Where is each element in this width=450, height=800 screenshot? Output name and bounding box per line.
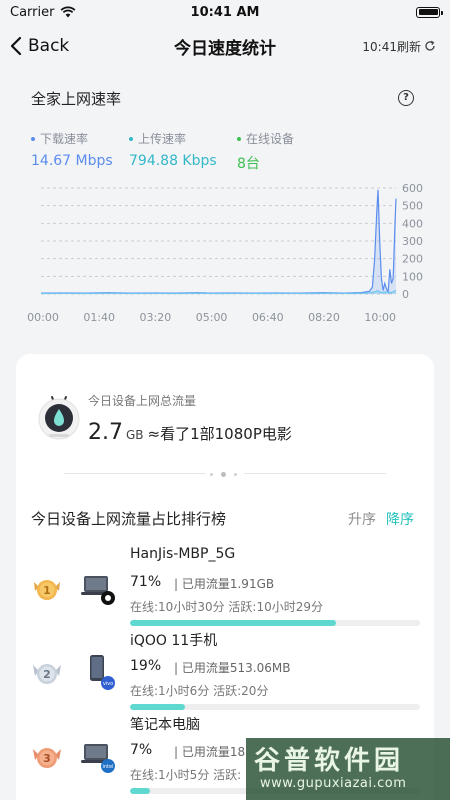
x-tick-label: 06:40 (252, 311, 284, 324)
device-used: | 已用流量1.91GB (174, 577, 275, 591)
svg-text:3: 3 (43, 752, 51, 765)
device-used: | 已用流量513.06MB (174, 661, 291, 675)
device-online: 在线:1小时5分 活跃: (130, 768, 242, 782)
status-bar: Carrier 10:41 AM (0, 0, 450, 24)
devices-dot-icon (237, 136, 241, 141)
download-value: 14.67 Mbps (31, 153, 113, 169)
speed-chart: 600 500 400 300 200 100 0 00:00 01:40 03:20 05:00 0… (0, 176, 450, 338)
x-tick-label: 00:00 (27, 311, 59, 324)
device-name: iQOO 11手机 (130, 633, 218, 649)
y-tick-label: 100 (402, 270, 423, 283)
wifi-icon (61, 6, 76, 18)
devices-stat: 在线设备 8台 (237, 130, 294, 173)
x-tick-label: 10:00 (364, 311, 396, 324)
refresh-button[interactable]: 10:41刷新 (362, 38, 436, 55)
x-tick-label: 03:20 (140, 311, 172, 324)
upload-dot-icon (129, 136, 133, 141)
device-online: 在线:1小时6分 活跃:20分 (130, 684, 269, 698)
y-tick-label: 0 (402, 288, 409, 301)
total-usage-unit: GB (126, 428, 144, 442)
sort-toggle: 升序 降序 (348, 509, 414, 529)
x-tick-label: 08:20 (308, 311, 340, 324)
carrier-label: Carrier (10, 4, 55, 20)
usage-bar-fill (130, 620, 336, 626)
device-online: 在线:10小时30分 活跃:10小时29分 (130, 600, 323, 614)
phone-vivo-icon: vivo (90, 655, 115, 690)
speed-chart-svg: 600 500 400 300 200 100 0 00:00 01:40 03:20 05:00 0… (27, 182, 423, 324)
total-usage-label: 今日设备上网总流量 (88, 394, 197, 408)
gold-medal-icon: 1 (34, 580, 60, 600)
silver-medal-icon: 2 (33, 664, 61, 684)
svg-text:vivo: vivo (103, 681, 113, 687)
y-tick-label: 600 (402, 182, 423, 195)
refresh-icon (425, 40, 435, 51)
devices-label: 在线设备 (246, 132, 295, 146)
x-tick-label: 05:00 (196, 311, 228, 324)
back-label: Back (28, 36, 70, 56)
laptop-apple-icon (81, 576, 115, 605)
download-stat: 下载速率 14.67 Mbps (31, 130, 113, 169)
divider (64, 470, 386, 478)
series-line (40, 289, 397, 295)
usage-bar-fill (130, 788, 151, 794)
chevron-left-icon (10, 36, 22, 56)
sort-desc-button[interactable]: 降序 (386, 509, 414, 529)
upload-label: 上传速率 (138, 132, 187, 146)
device-row[interactable]: 1 HanJis-MBP_5G 71% | 已用流量1.91GB 在线:10小时… (16, 546, 434, 630)
device-used: | 已用流量18 (174, 745, 246, 759)
robot-mascot-icon (38, 396, 80, 440)
usage-bar (130, 620, 420, 626)
watermark-url: www.gupuxiazai.com (260, 776, 407, 791)
download-label: 下载速率 (40, 132, 89, 146)
usage-bar-fill (130, 704, 186, 710)
usage-bar (130, 704, 420, 710)
speed-section-title: 全家上网速率 (31, 90, 122, 108)
y-tick-label: 400 (402, 217, 423, 230)
y-tick-label: 300 (402, 235, 423, 248)
y-tick-label: 500 (402, 200, 423, 213)
devices-value: 8台 (237, 156, 260, 172)
device-percent: 7% (130, 742, 153, 758)
watermark-title: 谷普软件园 (254, 746, 405, 776)
laptop-intel-icon: intel (81, 744, 115, 773)
nav-bar: Back 今日速度统计 10:41刷新 (0, 24, 450, 68)
download-dot-icon (31, 136, 35, 141)
svg-text:2: 2 (43, 668, 51, 681)
battery-icon (416, 6, 443, 18)
speed-section: 全家上网速率 ? 下载速率 14.67 Mbps 上传速率 794.88 Kbp… (0, 70, 450, 342)
device-name: 笔记本电脑 (130, 717, 200, 733)
y-tick-label: 200 (402, 253, 423, 266)
device-name: HanJis-MBP_5G (130, 546, 236, 562)
device-percent: 19% (130, 658, 162, 674)
back-button[interactable]: Back (10, 36, 69, 56)
sort-asc-button[interactable]: 升序 (348, 509, 376, 529)
help-icon[interactable]: ? (398, 90, 414, 106)
ranking-title: 今日设备上网流量占比排行榜 (31, 510, 227, 528)
svg-text:1: 1 (43, 584, 51, 597)
total-usage-desc: ≈看了1部1080P电影 (147, 425, 292, 443)
device-row[interactable]: 2 vivo iQOO 11手机 19% | 已用流量513.06MB 在线:1… (16, 630, 434, 714)
upload-value: 794.88 Kbps (129, 153, 217, 169)
bronze-medal-icon: 3 (33, 748, 61, 768)
upload-stat: 上传速率 794.88 Kbps (129, 130, 217, 169)
refresh-label: 10:41刷新 (362, 39, 421, 54)
total-usage-value: 2.7 (88, 420, 123, 445)
svg-text:intel: intel (103, 764, 114, 770)
total-usage-line: 2.7 GB ≈看了1部1080P电影 (88, 420, 292, 445)
x-tick-label: 01:40 (83, 311, 115, 324)
device-percent: 71% (130, 574, 162, 590)
watermark: 谷普软件园 www.gupuxiazai.com (246, 738, 450, 800)
usage-card: 今日设备上网总流量 2.7 GB ≈看了1部1080P电影 今日设备上网流量占比… (16, 354, 434, 800)
